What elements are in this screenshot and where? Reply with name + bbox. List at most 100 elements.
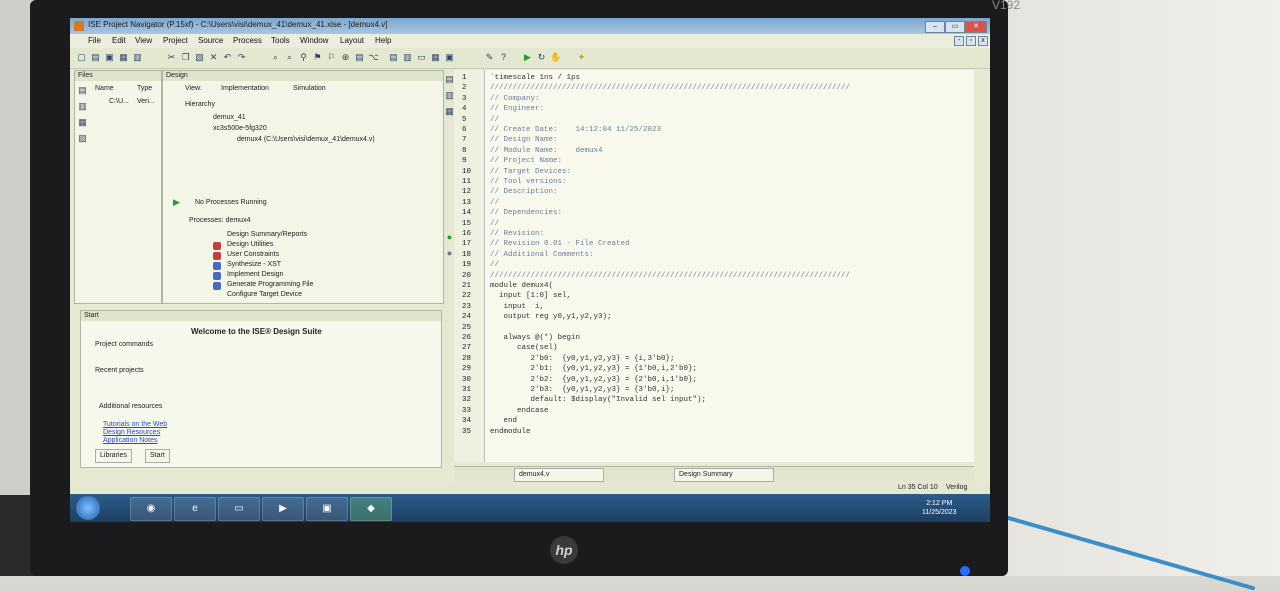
- start-panel-title: Start: [81, 311, 441, 321]
- maximize-button[interactable]: ▭: [945, 21, 965, 33]
- cut-icon[interactable]: ✂: [166, 52, 177, 63]
- process-design-summary[interactable]: Design Summary/Reports: [227, 231, 307, 238]
- menu-process[interactable]: Process: [233, 36, 262, 45]
- tree-project[interactable]: demux_41: [213, 114, 246, 121]
- code-line: module demux4(: [490, 282, 554, 290]
- code-line: // Description:: [490, 188, 558, 197]
- redo-icon[interactable]: ↷: [236, 52, 247, 63]
- stop-icon[interactable]: ✋: [550, 52, 561, 63]
- rerun-icon[interactable]: ↻: [536, 52, 547, 63]
- tree-module[interactable]: demux4 (C:\Users\visi\demux_41\demux4.v): [237, 136, 375, 143]
- menu-file[interactable]: File: [88, 36, 101, 45]
- doc-close-icon[interactable]: x: [978, 36, 988, 46]
- files-col-type[interactable]: Type: [137, 85, 152, 92]
- close-button[interactable]: ✕: [965, 21, 987, 33]
- process-synthesize[interactable]: Synthesize - XST: [227, 261, 281, 268]
- open-icon[interactable]: ▤: [90, 52, 101, 63]
- find-files-icon[interactable]: ⚲: [298, 52, 309, 63]
- tab-libraries[interactable]: Libraries: [95, 449, 132, 463]
- language-label: Verilog: [946, 484, 968, 491]
- copy-icon[interactable]: ❐: [180, 52, 191, 63]
- zoom-icon[interactable]: ⊕: [340, 52, 351, 63]
- process-configure-device[interactable]: Configure Target Device: [227, 291, 302, 298]
- link-design-resources[interactable]: Design Resources: [103, 429, 160, 436]
- doc-minimize-icon[interactable]: -: [954, 36, 964, 46]
- files-row-name[interactable]: C:\U...: [109, 98, 129, 105]
- find-icon[interactable]: ⌕: [270, 52, 281, 63]
- link-application-notes[interactable]: Application Notes: [103, 437, 157, 444]
- help-icon[interactable]: ?: [498, 52, 509, 63]
- menu-window[interactable]: Window: [300, 36, 328, 45]
- print-icon[interactable]: ▥: [132, 52, 143, 63]
- paste-icon[interactable]: ▧: [194, 52, 205, 63]
- process-user-constraints[interactable]: User Constraints: [227, 251, 279, 258]
- window-icon[interactable]: ▦: [430, 52, 441, 63]
- run-icon[interactable]: ▶: [522, 52, 533, 63]
- status-bar: Ln 35 Col 10 Verilog: [70, 482, 990, 494]
- toggle-view-icon[interactable]: ▤: [388, 52, 399, 63]
- ise-taskbar-icon[interactable]: ◆: [350, 497, 392, 521]
- find-next-icon[interactable]: ⌕: [284, 52, 295, 63]
- view-simulation-radio[interactable]: Simulation: [293, 85, 326, 92]
- save-all-icon[interactable]: ▦: [118, 52, 129, 63]
- files-col-name[interactable]: Name: [95, 85, 114, 92]
- menu-layout[interactable]: Layout: [340, 36, 364, 45]
- files-props-icon[interactable]: ▧: [77, 133, 88, 144]
- tile-icon[interactable]: ▭: [416, 52, 427, 63]
- ie-taskbar-icon[interactable]: e: [174, 497, 216, 521]
- template-icon[interactable]: ⌥: [368, 52, 379, 63]
- menu-view[interactable]: View: [135, 36, 152, 45]
- process-implement[interactable]: Implement Design: [227, 271, 283, 278]
- code-line: 2'b2: {y0,y1,y2,y3} = {2'b0,i,1'b0};: [490, 375, 698, 384]
- files-add-icon[interactable]: ▤: [77, 85, 88, 96]
- link-tutorials[interactable]: Tutorials on the Web: [103, 421, 167, 428]
- line-number: 17: [462, 240, 472, 249]
- monitor-model-label: V192: [992, 0, 1021, 12]
- bookmark-next-icon[interactable]: ⚐: [326, 52, 337, 63]
- ref-icon[interactable]: ▤: [354, 52, 365, 63]
- minimize-button[interactable]: –: [925, 21, 945, 33]
- process-generate-programming[interactable]: Generate Programming File: [227, 281, 313, 288]
- tab-start[interactable]: Start: [145, 449, 170, 463]
- delete-icon[interactable]: ✕: [208, 52, 219, 63]
- files-row-type[interactable]: Veri...: [137, 98, 155, 105]
- new-file-icon[interactable]: ▢: [76, 52, 87, 63]
- menu-project[interactable]: Project: [163, 36, 188, 45]
- menu-edit[interactable]: Edit: [112, 36, 126, 45]
- tab-design-summary[interactable]: Design Summary: [674, 468, 774, 482]
- line-number: 2: [462, 84, 467, 93]
- chrome-taskbar-icon[interactable]: ◉: [130, 497, 172, 521]
- code-editor[interactable]: 1 `timescale 1ns / 1ps 2//////////////////…: [454, 70, 974, 462]
- explorer-taskbar-icon[interactable]: ▭: [218, 497, 260, 521]
- save-icon[interactable]: ▣: [104, 52, 115, 63]
- settings-icon[interactable]: ✎: [484, 52, 495, 63]
- window-title: ISE Project Navigator (P.15xf) - C:\User…: [88, 20, 388, 29]
- taskbar-clock[interactable]: 2:12 PM 11/25/2023: [922, 499, 957, 517]
- line-number: 34: [462, 417, 472, 426]
- view-implementation-radio[interactable]: Implementation: [221, 85, 269, 92]
- tab-demux4-v[interactable]: demux4.v: [514, 468, 604, 482]
- line-number: 26: [462, 334, 472, 342]
- line-number: 27: [462, 344, 472, 353]
- layout-icon[interactable]: ▣: [444, 52, 455, 63]
- tree-device[interactable]: xc3s500e-5fg320: [213, 125, 267, 132]
- menu-source[interactable]: Source: [198, 36, 223, 45]
- files-refresh-icon[interactable]: ▥: [77, 101, 88, 112]
- menu-help[interactable]: Help: [375, 36, 391, 45]
- view-label: View:: [185, 85, 202, 92]
- run-process-icon[interactable]: ▶: [171, 197, 182, 208]
- bookmark-icon[interactable]: ⚑: [312, 52, 323, 63]
- files-open-icon[interactable]: ▦: [77, 117, 88, 128]
- process-design-utilities[interactable]: Design Utilities: [227, 241, 273, 248]
- app-taskbar-icon[interactable]: ▣: [306, 497, 348, 521]
- lightbulb-icon[interactable]: ✦: [576, 52, 587, 63]
- undo-icon[interactable]: ↶: [222, 52, 233, 63]
- doc-restore-icon[interactable]: ▫: [966, 36, 976, 46]
- design-panel: Design View: Implementation Simulation H…: [162, 70, 444, 304]
- menu-tools[interactable]: Tools: [271, 36, 290, 45]
- media-taskbar-icon[interactable]: ▶: [262, 497, 304, 521]
- start-button[interactable]: [76, 496, 100, 520]
- cascade-icon[interactable]: ▥: [402, 52, 413, 63]
- no-processes-label: No Processes Running: [195, 199, 267, 206]
- recent-projects-label: Recent projects: [95, 367, 144, 374]
